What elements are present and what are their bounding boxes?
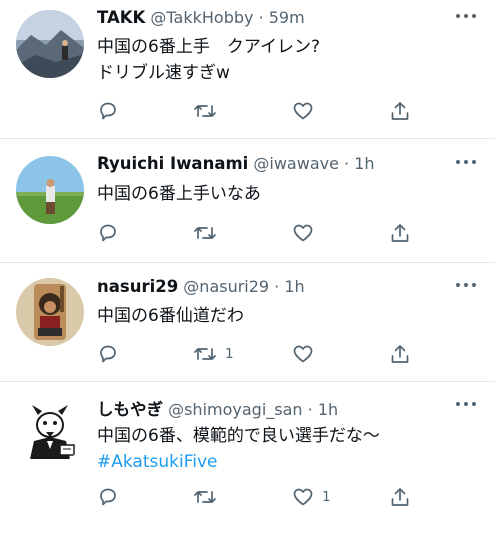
- handle[interactable]: @nasuri29: [183, 277, 269, 296]
- tweet-text-line: 中国の6番上手いなあ: [97, 184, 261, 204]
- action-bar: 1: [0, 341, 495, 367]
- reply-icon: [100, 488, 116, 506]
- tweet-takk[interactable]: TAKK @TakkHobby · 59m 中国の6番上手 クアイレン? ドリブ…: [0, 0, 495, 138]
- tweet-text: 中国の6番上手 クアイレン? ドリブル速すぎw: [97, 34, 475, 86]
- reply-button[interactable]: [97, 220, 119, 246]
- like-icon: [293, 224, 313, 242]
- share-button[interactable]: [389, 220, 411, 246]
- timestamp[interactable]: · 1h: [308, 400, 339, 419]
- like-icon: [293, 488, 313, 506]
- handle[interactable]: @TakkHobby: [150, 8, 253, 27]
- share-button[interactable]: [389, 341, 411, 367]
- more-icon[interactable]: [455, 13, 477, 27]
- avatar[interactable]: [16, 278, 84, 346]
- share-icon: [391, 224, 409, 242]
- tweet-text: 中国の6番上手いなあ: [97, 181, 475, 207]
- reply-icon: [100, 345, 116, 363]
- tweet-text-line: 中国の6番上手 クアイレン?: [97, 37, 320, 57]
- more-icon[interactable]: [455, 401, 477, 415]
- like-button[interactable]: [292, 220, 322, 246]
- action-bar: [0, 220, 495, 246]
- reply-icon: [100, 224, 116, 242]
- tweet-ryuichi[interactable]: Ryuichi Iwanami @iwawave · 1h 中国の6番上手いなあ: [0, 138, 495, 262]
- like-icon: [293, 102, 313, 120]
- retweet-button[interactable]: [193, 484, 225, 510]
- reply-button[interactable]: [97, 341, 119, 367]
- like-button[interactable]: 1: [292, 484, 331, 510]
- like-count: 1: [322, 489, 331, 505]
- share-icon: [391, 488, 409, 506]
- timestamp[interactable]: · 1h: [274, 277, 305, 296]
- more-icon[interactable]: [455, 282, 477, 296]
- retweet-button[interactable]: [193, 98, 225, 124]
- hashtag-link[interactable]: #AkatsukiFive: [97, 449, 475, 475]
- reply-icon: [100, 102, 116, 120]
- display-name[interactable]: TAKK: [97, 8, 145, 27]
- tweet-text-line: 中国の6番、模範的で良い選手だな～: [97, 426, 380, 446]
- timestamp[interactable]: · 1h: [344, 154, 375, 173]
- retweet-icon: [194, 105, 216, 117]
- retweet-button[interactable]: [193, 220, 225, 246]
- like-button[interactable]: [292, 341, 322, 367]
- handle[interactable]: @iwawave: [253, 154, 339, 173]
- like-icon: [293, 345, 313, 363]
- like-button[interactable]: [292, 98, 322, 124]
- retweet-button[interactable]: 1: [193, 341, 234, 367]
- display-name[interactable]: Ryuichi Iwanami: [97, 154, 248, 173]
- avatar[interactable]: [16, 10, 84, 78]
- share-button[interactable]: [389, 484, 411, 510]
- avatar[interactable]: [16, 397, 84, 465]
- retweet-count: 1: [225, 346, 234, 362]
- tweet-nasuri29[interactable]: nasuri29 @nasuri29 · 1h 中国の6番仙道だわ 1: [0, 262, 495, 381]
- action-bar: 1: [0, 484, 495, 510]
- reply-button[interactable]: [97, 98, 119, 124]
- reply-button[interactable]: [97, 484, 119, 510]
- timestamp[interactable]: · 59m: [259, 8, 305, 27]
- handle[interactable]: @shimoyagi_san: [168, 400, 302, 419]
- tweet-text-line: 中国の6番仙道だわ: [97, 306, 244, 326]
- more-icon[interactable]: [455, 159, 477, 173]
- avatar[interactable]: [16, 156, 84, 224]
- tweet-shimoyagi[interactable]: しもやぎ @shimoyagi_san · 1h 中国の6番、模範的で良い選手だ…: [0, 381, 495, 535]
- tweet-text: 中国の6番、模範的で良い選手だな～ #AkatsukiFive: [97, 423, 475, 475]
- display-name[interactable]: しもやぎ: [97, 400, 163, 419]
- action-bar: [0, 98, 495, 124]
- share-icon: [391, 102, 409, 120]
- retweet-icon: [194, 491, 216, 503]
- tweet-text-line: ドリブル速すぎw: [97, 63, 230, 83]
- display-name[interactable]: nasuri29: [97, 277, 178, 296]
- share-icon: [391, 345, 409, 363]
- share-button[interactable]: [389, 98, 411, 124]
- retweet-icon: [194, 348, 216, 360]
- tweet-text: 中国の6番仙道だわ: [97, 303, 475, 329]
- retweet-icon: [194, 227, 216, 239]
